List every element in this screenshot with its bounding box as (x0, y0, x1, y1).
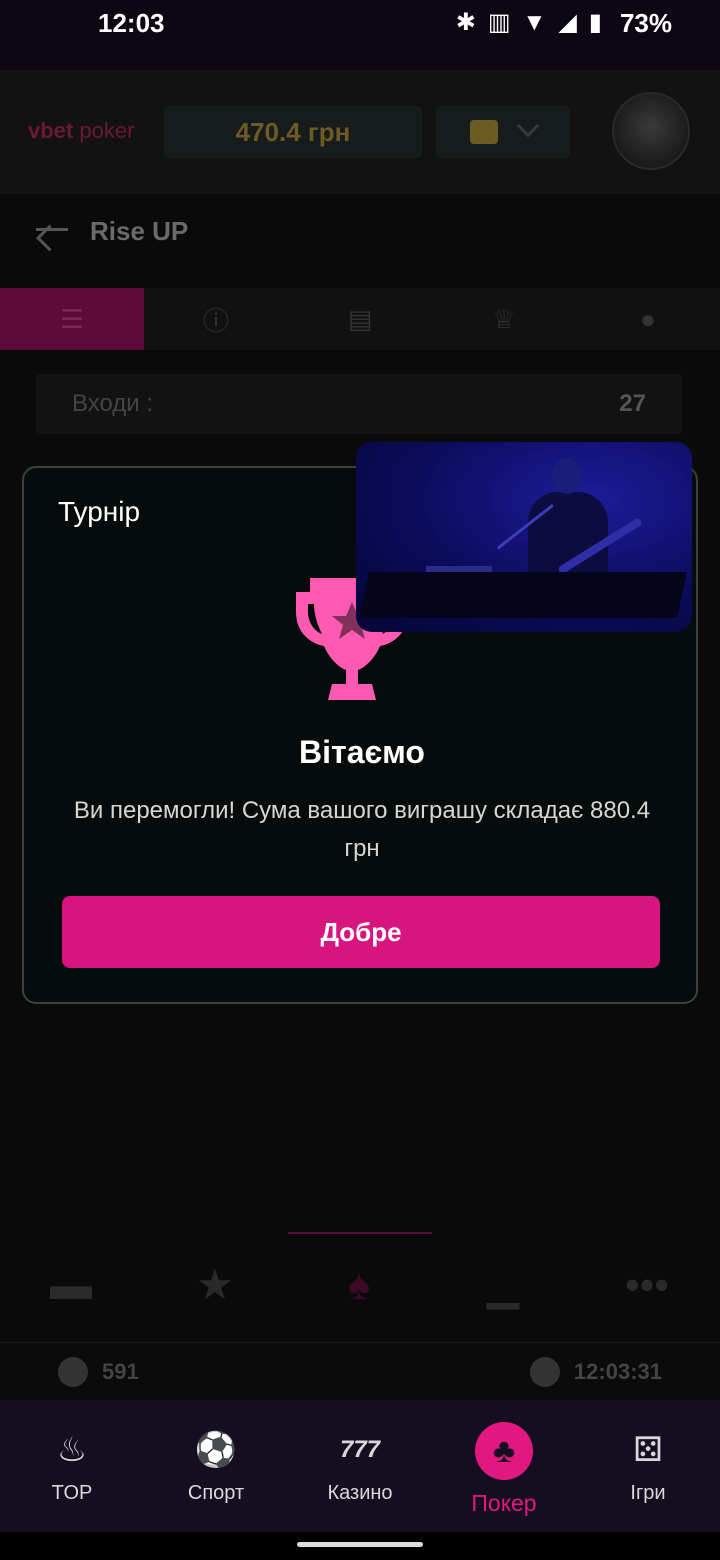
nav-item-top[interactable]: ♨ TOP (0, 1400, 144, 1532)
flame-icon: ♨ (56, 1431, 88, 1469)
keyboard (359, 572, 687, 618)
active-tab-indicator (288, 1232, 432, 1234)
status-icons: ✱ ▥ ▼ ◢ ▮ (456, 8, 602, 37)
info-icon: ⓘ (202, 305, 229, 336)
nav-label: Казино (327, 1482, 393, 1504)
tournament-tabs: ☰ ⓘ ▤ ♕ ● (0, 288, 720, 350)
players-count: 591 (102, 1359, 139, 1384)
logo-brand: vbet (28, 118, 74, 143)
entries-row: Входи : 27 (36, 374, 682, 434)
list-icon: ☰ (60, 303, 84, 334)
cashier-icon[interactable]: ▬ (48, 1262, 94, 1308)
nav-item-sport[interactable]: ⚽ Спорт (144, 1400, 288, 1532)
status-bar: 12:03 ✱ ▥ ▼ ◢ ▮ 73% (0, 0, 720, 70)
user-icon: ● (640, 303, 656, 334)
bottom-navigation: ♨ TOP ⚽ Спорт 777 Казино ♣ Покер ⚄ Ігри (0, 1400, 720, 1532)
wallet-icon (470, 120, 498, 144)
top-bar: vbet poker 470.4 грн (0, 70, 720, 194)
dialog-message: Ви перемогли! Сума вашого виграшу склада… (73, 797, 651, 862)
page-header: Rise UP (0, 194, 720, 288)
nav-item-games[interactable]: ⚄ Ігри (576, 1400, 720, 1532)
slots-777-icon: 777 (339, 1436, 381, 1463)
server-clock: 12:03:31 (529, 1357, 662, 1387)
leaderboard-icon[interactable]: ▁ (480, 1262, 526, 1308)
tab-tables[interactable]: ▤ (288, 288, 432, 350)
dialog-title: Турнір (58, 496, 141, 527)
vbet-poker-logo[interactable]: vbet poker (28, 118, 134, 144)
balance-display[interactable]: 470.4 грн (164, 106, 422, 158)
poker-section-tabs: ▬ ★ ♠ ▁ ••• (0, 1232, 720, 1342)
dialog-heading: Вітаємо (299, 734, 425, 770)
wallet-dropdown-button[interactable] (436, 106, 570, 158)
avatar[interactable] (612, 92, 690, 170)
logo-product: poker (79, 118, 135, 143)
tab-list[interactable]: ☰ (0, 288, 144, 350)
battery-percent: 73% (619, 8, 672, 38)
system-home-bar (0, 1532, 720, 1560)
bluetooth-icon: ✱ (455, 9, 476, 36)
home-indicator[interactable] (297, 1542, 423, 1547)
user-icon (58, 1357, 88, 1387)
table-icon: ▤ (347, 303, 373, 334)
page-title: Rise UP (90, 216, 189, 246)
entries-label: Входи : (72, 390, 154, 417)
clock-icon (529, 1357, 560, 1387)
tab-players[interactable]: ● (576, 288, 720, 350)
nav-label: Ігри (630, 1482, 666, 1504)
video-stream-thumbnail[interactable] (356, 442, 692, 632)
dice-icon: ⚄ (633, 1431, 663, 1469)
nav-label: Покер (471, 1490, 537, 1516)
back-arrow-icon[interactable] (36, 228, 68, 231)
signal-icon: ◢ (558, 9, 577, 36)
spade-icon[interactable]: ♠ (336, 1262, 382, 1308)
nav-label: Спорт (187, 1482, 245, 1504)
footer-info: 591 12:03:31 (0, 1342, 720, 1400)
trophy-icon: ♕ (492, 303, 516, 334)
wifi-icon: ▼ (522, 8, 547, 36)
entries-value: 27 (619, 390, 646, 417)
chevron-down-icon (516, 114, 540, 138)
nav-label: TOP (51, 1482, 93, 1504)
performer-head (552, 458, 582, 494)
battery-icon: ▮ (588, 9, 602, 36)
clock-value: 12:03:31 (573, 1359, 662, 1384)
tab-info[interactable]: ⓘ (144, 288, 288, 350)
tab-prizes[interactable]: ♕ (432, 288, 576, 350)
status-time: 12:03 (98, 8, 165, 38)
online-players: 591 (58, 1357, 139, 1387)
more-icon[interactable]: ••• (624, 1262, 670, 1308)
soccer-ball-icon: ⚽ (194, 1431, 238, 1469)
nav-item-poker[interactable]: ♣ Покер (432, 1400, 576, 1532)
ok-button[interactable]: Добре (62, 896, 660, 968)
nav-item-casino[interactable]: 777 Казино (288, 1400, 432, 1532)
star-icon[interactable]: ★ (192, 1262, 238, 1308)
club-icon: ♣ (475, 1422, 533, 1480)
vibrate-icon: ▥ (487, 9, 511, 36)
